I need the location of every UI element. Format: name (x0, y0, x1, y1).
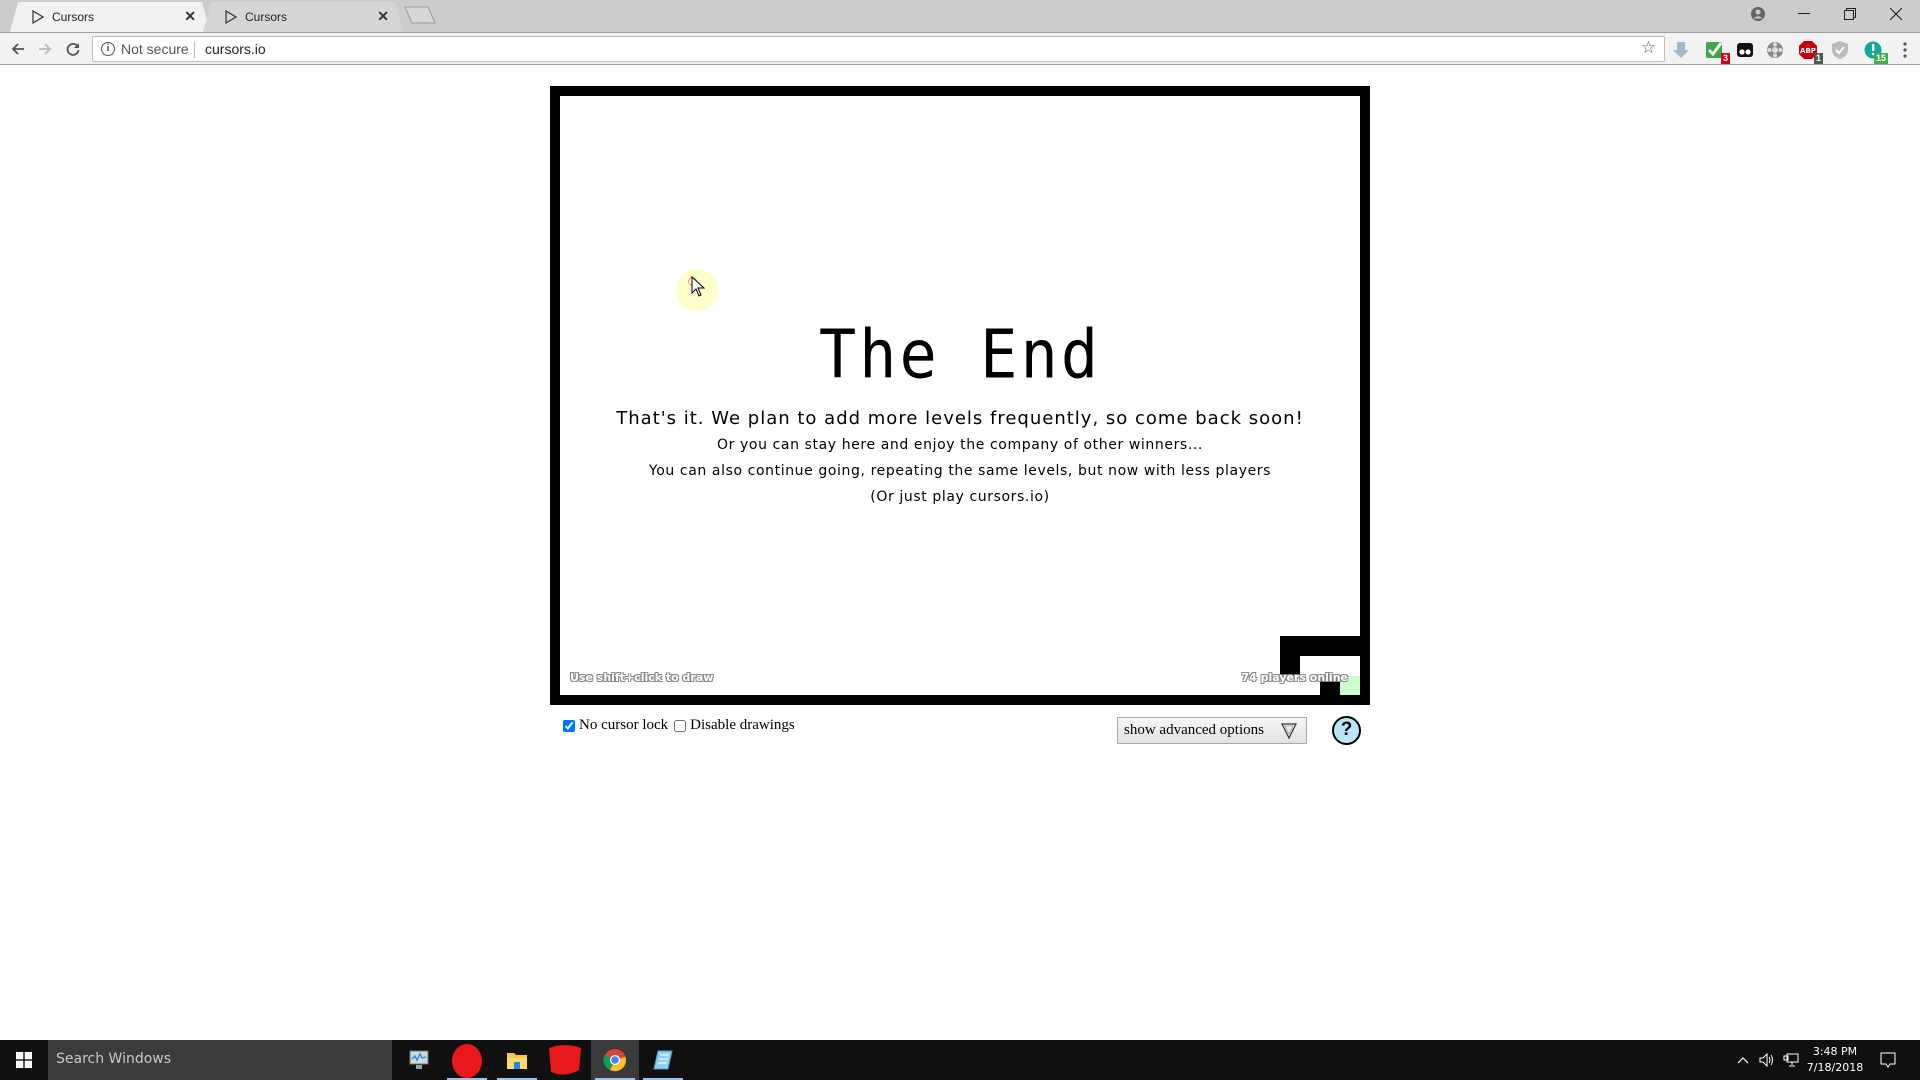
arrow-cursor-icon (691, 276, 706, 297)
close-tab-icon[interactable]: ✕ (184, 8, 196, 25)
checkmark-extension-icon[interactable]: 3 (1704, 39, 1730, 64)
disable-drawings-option[interactable]: Disable drawings (674, 717, 795, 734)
download-arrow-icon[interactable] (1670, 39, 1692, 61)
triangle-down-icon (1281, 723, 1297, 740)
adblock-plus-icon[interactable]: ABP 1 (1797, 39, 1823, 64)
close-tab-icon[interactable]: ✕ (377, 8, 389, 25)
shield-icon[interactable] (1829, 39, 1851, 61)
bookmark-star-icon[interactable]: ☆ (1641, 38, 1656, 58)
system-clock[interactable]: 3:48 PM 7/18/2018 (1800, 1044, 1870, 1076)
forward-arrow-icon (39, 43, 52, 55)
minimize-button[interactable] (1781, 0, 1827, 28)
game-canvas[interactable]: The End That's it. We plan to add more l… (550, 86, 1370, 705)
help-button[interactable]: ? (1332, 716, 1361, 745)
windows-taskbar: Search Windows 3:48 PM 7/18/2018 (0, 1040, 1920, 1080)
end-subtext: (Or just play cursors.io) (870, 489, 1050, 505)
profile-icon[interactable] (1735, 0, 1781, 28)
disable-drawings-checkbox[interactable] (674, 719, 687, 732)
tab-strip: Cursors ✕ Cursors ✕ (0, 0, 1920, 32)
forward-button[interactable] (33, 38, 57, 60)
file-explorer-icon[interactable] (493, 1040, 541, 1080)
redacted-app-icon[interactable] (541, 1040, 589, 1080)
security-label[interactable]: Not secure (121, 41, 189, 57)
disable-drawings-label: Disable drawings (690, 717, 795, 733)
options-row: No cursor lock Disable drawings (563, 717, 801, 734)
close-window-button[interactable] (1873, 0, 1919, 28)
tab-title: Cursors (245, 10, 288, 24)
extension-badge: 15 (1873, 53, 1888, 64)
no-cursor-lock-label: No cursor lock (579, 717, 669, 733)
show-advanced-options-button[interactable]: show advanced options (1117, 717, 1307, 744)
windows-logo-icon (16, 1052, 32, 1068)
action-center-icon[interactable] (1874, 1040, 1902, 1080)
tab-cursors-active[interactable]: Cursors ✕ (10, 2, 210, 32)
restore-button[interactable] (1827, 0, 1873, 28)
browser-toolbar: i Not secure cursors.io ☆ 3 ABP 1 15 (0, 32, 1920, 65)
back-arrow-icon (11, 43, 24, 55)
volume-icon[interactable] (1756, 1040, 1778, 1080)
film-reel-icon[interactable] (1764, 39, 1786, 61)
clock-date: 7/18/2018 (1806, 1061, 1864, 1074)
player-cursor (676, 269, 718, 311)
clock-time: 3:48 PM (1812, 1045, 1858, 1058)
draw-hint: Use shift+click to draw (570, 671, 714, 684)
show-hidden-icons-chevron[interactable] (1732, 1040, 1754, 1080)
start-button[interactable] (0, 1040, 48, 1080)
no-cursor-lock-option[interactable]: No cursor lock (563, 717, 668, 734)
wall-block (1280, 636, 1300, 676)
no-cursor-lock-checkbox[interactable] (563, 719, 575, 732)
tab-cursors[interactable]: Cursors ✕ (203, 2, 403, 32)
grammarly-icon[interactable]: 15 (1862, 39, 1888, 64)
end-subtext: You can also continue going, repeating t… (648, 463, 1272, 479)
tab-title: Cursors (52, 10, 95, 24)
reload-button[interactable] (61, 38, 85, 60)
tampermonkey-icon[interactable] (1734, 39, 1756, 61)
chrome-menu-icon[interactable] (1894, 39, 1916, 61)
new-tab-button[interactable] (404, 6, 436, 24)
chrome-icon[interactable] (591, 1040, 639, 1080)
resource-monitor-icon[interactable] (395, 1040, 443, 1080)
players-online: 74 players online (1241, 671, 1348, 684)
redacted-app-icon[interactable] (443, 1040, 491, 1080)
back-button[interactable] (6, 38, 30, 60)
url-text[interactable]: cursors.io (205, 41, 266, 57)
advanced-options-label: show advanced options (1124, 722, 1264, 738)
omnibox-divider (194, 41, 195, 58)
taskbar-search-input[interactable]: Search Windows (48, 1040, 392, 1080)
cursor-icon (32, 10, 44, 24)
notepad-icon[interactable] (639, 1040, 687, 1080)
reload-icon (66, 43, 80, 56)
address-bar[interactable]: i Not secure cursors.io ☆ (92, 36, 1665, 62)
end-title: The End (818, 315, 1102, 394)
end-message: That's it. We plan to add more levels fr… (616, 408, 1304, 429)
extension-badge: 3 (1720, 53, 1730, 64)
cursor-icon (225, 10, 237, 24)
network-icon[interactable] (1780, 1040, 1802, 1080)
info-icon[interactable]: i (101, 42, 115, 56)
end-subtext: Or you can stay here and enjoy the compa… (717, 437, 1203, 453)
extension-badge: 1 (1813, 53, 1823, 64)
